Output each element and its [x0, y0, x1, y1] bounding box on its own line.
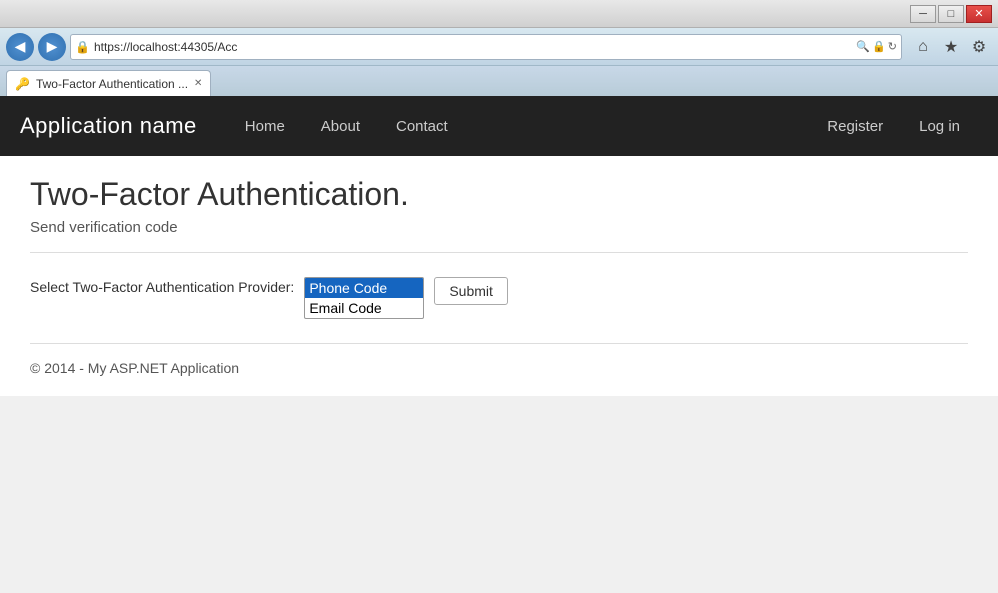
page-title: Two-Factor Authentication.	[30, 176, 968, 213]
address-icons: 🔍 🔒 ↻	[856, 40, 897, 53]
tab-close-icon[interactable]: ✕	[194, 78, 202, 89]
minimize-button[interactable]: ─	[910, 5, 936, 23]
nav-contact[interactable]: Contact	[378, 96, 466, 156]
active-tab[interactable]: 🔑 Two-Factor Authentication ... ✕	[6, 70, 211, 96]
window-controls: ─ □ ✕	[910, 5, 992, 23]
nav-auth: Register Log in	[809, 96, 978, 156]
page-icon: 🔒	[75, 40, 90, 54]
footer-divider	[30, 343, 968, 344]
browser-toolbar: ◀ ▶ 🔒 🔍 🔒 ↻ ⌂ ★ ⚙	[0, 28, 998, 66]
lock-icon: 🔒	[872, 40, 886, 53]
refresh-icon: ↻	[888, 40, 897, 53]
provider-form-row: Select Two-Factor Authentication Provide…	[30, 277, 968, 319]
back-button[interactable]: ◀	[6, 33, 34, 61]
maximize-button[interactable]: □	[938, 5, 964, 23]
address-input[interactable]	[94, 40, 852, 54]
provider-select[interactable]: Phone Code Email Code	[304, 277, 424, 319]
footer-text: © 2014 - My ASP.NET Application	[30, 360, 968, 376]
provider-label: Select Two-Factor Authentication Provide…	[30, 277, 294, 295]
right-toolbar: ⌂ ★ ⚙	[910, 34, 992, 60]
address-bar-container: 🔒 🔍 🔒 ↻	[70, 34, 902, 60]
page-subtitle: Send verification code	[30, 219, 968, 236]
tab-bar: 🔑 Two-Factor Authentication ... ✕	[0, 66, 998, 96]
title-divider	[30, 252, 968, 253]
option-email[interactable]: Email Code	[305, 298, 423, 318]
close-button[interactable]: ✕	[966, 5, 992, 23]
nav-about[interactable]: About	[303, 96, 378, 156]
star-icon[interactable]: ★	[938, 34, 964, 60]
nav-login[interactable]: Log in	[901, 96, 978, 156]
navigation-bar: Application name Home About Contact Regi…	[0, 96, 998, 156]
home-icon[interactable]: ⌂	[910, 34, 936, 60]
main-content: Two-Factor Authentication. Send verifica…	[0, 156, 998, 396]
tab-title: Two-Factor Authentication ...	[36, 77, 188, 91]
gear-icon[interactable]: ⚙	[966, 34, 992, 60]
brand-name[interactable]: Application name	[20, 113, 197, 139]
submit-button[interactable]: Submit	[434, 277, 508, 305]
title-bar: ─ □ ✕	[0, 0, 998, 28]
nav-links: Home About Contact	[227, 96, 809, 156]
forward-button[interactable]: ▶	[38, 33, 66, 61]
search-icon: 🔍	[856, 40, 870, 53]
tab-favicon: 🔑	[15, 77, 30, 91]
option-phone[interactable]: Phone Code	[305, 278, 423, 298]
nav-register[interactable]: Register	[809, 96, 901, 156]
nav-home[interactable]: Home	[227, 96, 303, 156]
